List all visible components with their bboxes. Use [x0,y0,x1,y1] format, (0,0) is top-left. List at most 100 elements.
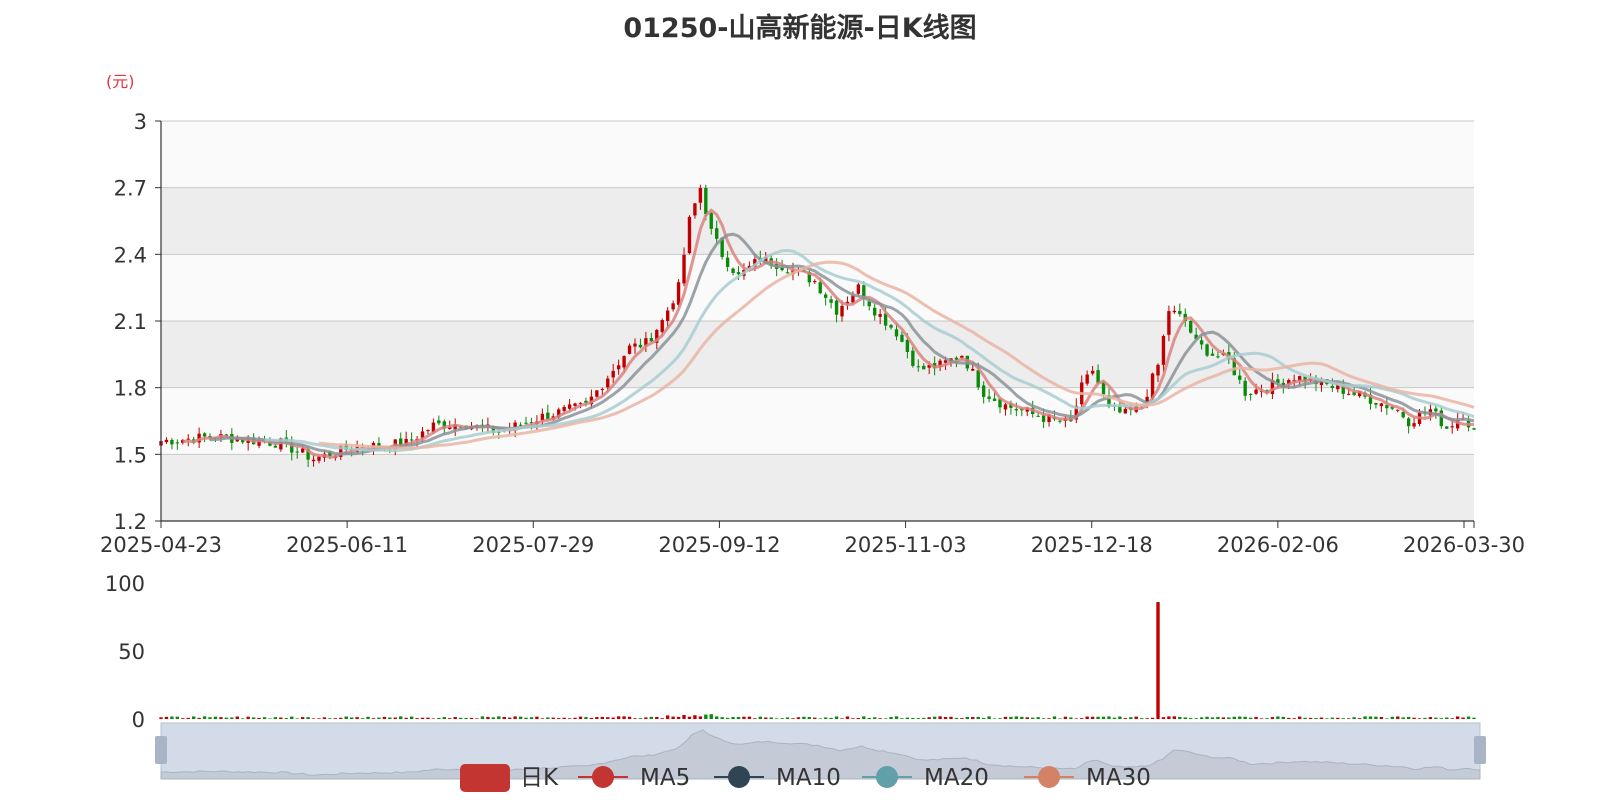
volume-bar[interactable] [676,716,681,719]
volume-bar[interactable] [333,718,338,719]
volume-bar[interactable] [1123,718,1128,719]
volume-bar[interactable] [834,716,839,719]
volume-bar[interactable] [448,718,452,719]
volume-bar[interactable] [845,716,850,719]
volume-bar[interactable] [219,717,223,719]
volume-bar[interactable] [1308,717,1313,719]
volume-bar[interactable] [1118,716,1122,719]
volume-bar[interactable] [1227,717,1231,719]
volume-bar[interactable] [764,717,768,719]
volume-bar[interactable] [1216,716,1220,719]
volume-bar[interactable] [622,716,626,719]
volume-bar[interactable] [1069,717,1073,719]
volume-bar[interactable] [1472,717,1476,719]
volume-bar[interactable] [638,718,643,719]
volume-bar[interactable] [1031,717,1035,719]
volume-bar[interactable] [426,717,430,719]
volume-bar[interactable] [742,716,746,719]
volume-bar[interactable] [807,716,812,719]
volume-bar[interactable] [1379,717,1384,719]
volume-bar[interactable] [1455,716,1460,719]
volume-bar[interactable] [1319,717,1324,719]
volume-bar[interactable] [1183,717,1187,719]
volume-bar[interactable] [1172,716,1177,719]
volume-bar[interactable] [442,717,446,719]
volume-bar[interactable] [1107,716,1111,719]
volume-bar[interactable] [567,718,572,719]
candle[interactable] [1445,426,1449,429]
volume-bar[interactable] [981,717,986,719]
volume-bar[interactable] [557,718,561,719]
volume-bar[interactable] [1199,717,1204,719]
volume-bar[interactable] [399,716,403,719]
volume-bar[interactable] [1439,718,1444,719]
volume-bar[interactable] [535,716,539,719]
volume-bar[interactable] [420,717,425,719]
volume-bar[interactable] [813,717,817,719]
volume-bar[interactable] [1003,716,1008,719]
volume-bar[interactable] [698,716,703,719]
volume-bar[interactable] [437,717,441,719]
volume-bar[interactable] [1434,717,1438,719]
volume-bar[interactable] [649,716,654,719]
volume-bar[interactable] [1265,718,1269,719]
volume-bar[interactable] [273,717,278,719]
zoom-handle[interactable] [155,736,167,764]
volume-bar[interactable] [355,717,359,719]
volume-bar[interactable] [1259,718,1264,719]
volume-bar[interactable] [1090,716,1095,719]
volume-bar[interactable] [976,716,980,719]
volume-bar[interactable] [469,717,474,719]
volume-bar[interactable] [197,717,201,719]
volume-bar[interactable] [796,717,801,719]
volume-bar[interactable] [791,718,795,719]
volume-bars[interactable] [159,602,1476,719]
volume-bar[interactable] [682,714,686,719]
volume-bar[interactable] [883,718,888,719]
volume-bar[interactable] [1368,716,1373,719]
volume-bar[interactable] [693,715,697,719]
volume-bar[interactable] [709,714,713,719]
volume-bar[interactable] [627,716,632,719]
volume-bar[interactable] [1428,717,1433,719]
volume-bar[interactable] [1129,717,1133,719]
volume-bar[interactable] [922,717,926,719]
volume-bar[interactable] [377,717,381,719]
volume-bar[interactable] [241,718,245,719]
volume-bar[interactable] [279,717,283,719]
volume-bar[interactable] [322,717,327,719]
volume-bar[interactable] [311,718,316,719]
volume-bar[interactable] [927,717,931,719]
volume-bar[interactable] [1406,716,1411,719]
legend-item-ma30[interactable]: MA30 [1024,765,1151,791]
volume-bar[interactable] [1336,717,1340,719]
volume-bar[interactable] [943,717,948,719]
volume-bar[interactable] [867,717,871,719]
volume-bar[interactable] [1112,717,1117,719]
volume-bar[interactable] [1101,716,1106,719]
volume-bar[interactable] [731,717,735,719]
volume-bar[interactable] [213,716,218,719]
volume-bar[interactable] [589,717,594,719]
volume-bar[interactable] [388,717,392,719]
volume-bar[interactable] [1363,716,1367,719]
volume-bar[interactable] [1020,716,1024,719]
volume-bar[interactable] [1297,716,1302,719]
volume-bar[interactable] [529,717,534,719]
volume-bar[interactable] [328,718,332,719]
volume-bar[interactable] [916,718,920,719]
volume-bar[interactable] [409,716,414,719]
volume-bar[interactable] [1396,716,1400,719]
volume-bar[interactable] [1330,717,1335,719]
candle[interactable] [687,215,692,255]
volume-bar[interactable] [257,717,261,719]
volume-bar[interactable] [840,718,844,719]
volume-bar[interactable] [513,716,517,719]
volume-bar[interactable] [851,718,855,719]
volume-bar[interactable] [486,716,490,719]
volume-bar[interactable] [464,717,468,719]
volume-bar[interactable] [1276,716,1280,719]
volume-bar[interactable] [600,716,604,719]
volume-bar[interactable] [1450,718,1454,719]
volume-bar[interactable] [1466,716,1471,719]
